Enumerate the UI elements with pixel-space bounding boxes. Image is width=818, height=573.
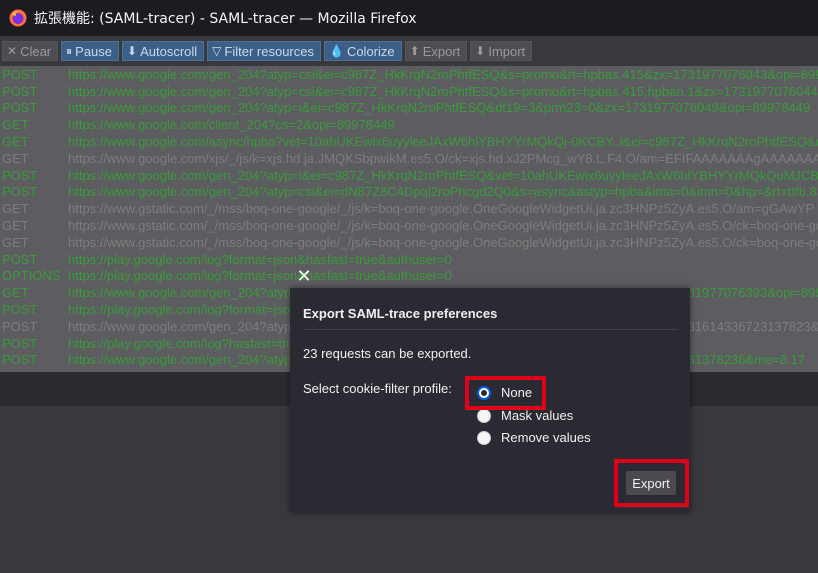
- request-method: GET: [2, 201, 29, 217]
- request-url: https://www.google.com/gen_204?atyp=csi&…: [68, 184, 818, 200]
- autoscroll-button-label: Autoscroll: [140, 43, 198, 59]
- upload-icon: ⬆: [409, 44, 420, 58]
- radio-mask-values[interactable]: [477, 408, 491, 423]
- close-icon: ✕: [7, 44, 18, 58]
- request-method: GET: [2, 134, 29, 150]
- request-row[interactable]: GET https://www.gstatic.com/_/mss/boq-one…: [0, 234, 818, 251]
- request-method: POST: [2, 83, 38, 99]
- request-url: https://www.gstatic.com/_/mss/boq-one-go…: [68, 218, 818, 234]
- request-url: https://play.google.com/log?hasfast=true: [68, 335, 301, 351]
- pause-button-label: Pause: [75, 43, 113, 59]
- import-button-label: Import: [488, 43, 526, 59]
- request-method: POST: [2, 335, 38, 351]
- request-row[interactable]: POST https://www.google.com/gen_204?atyp=…: [0, 66, 818, 83]
- export-toolbar-button[interactable]: ⬆ Export: [404, 41, 468, 61]
- radio-remove-values[interactable]: [477, 430, 491, 445]
- option-mask-values-label: Mask values: [501, 408, 574, 423]
- request-row[interactable]: GET https://www.google.com/async/hpba?vet…: [0, 133, 818, 150]
- colorize-button-label: Colorize: [346, 43, 395, 59]
- request-row[interactable]: OPTIONS https://play.google.com/log?forma…: [0, 268, 818, 285]
- request-row[interactable]: POST https://www.google.com/gen_204?atyp=…: [0, 184, 818, 201]
- export-count-message: 23 requests can be exported.: [303, 346, 472, 361]
- colorize-button[interactable]: 💧 Colorize: [323, 41, 402, 61]
- window-titlebar: 拡張機能: (SAML-tracer) - SAML-tracer — Mozi…: [0, 0, 818, 36]
- request-row[interactable]: GET https://www.gstatic.com/_/mss/boq-one…: [0, 200, 818, 217]
- request-url: https://www.google.com/gen_204?atyp=csi&…: [68, 66, 818, 82]
- pause-button[interactable]: ⏸ Pause: [61, 41, 120, 61]
- arrow-down-icon: ⬇: [127, 44, 138, 58]
- request-url: https://www.google.com/gen_204?atyp=i&ei…: [68, 100, 811, 116]
- request-row[interactable]: POST https://www.google.com/gen_204?atyp=…: [0, 83, 818, 100]
- request-url: https://www.google.com/gen_204?atyp=i&ei…: [68, 167, 818, 183]
- import-button[interactable]: ⬇ Import: [470, 41, 533, 61]
- clear-button[interactable]: ✕ Clear: [2, 41, 59, 61]
- option-remove-values[interactable]: Remove values: [477, 430, 591, 445]
- dialog-divider: [303, 329, 677, 330]
- request-method: POST: [2, 100, 38, 116]
- droplet-icon: 💧: [328, 44, 344, 58]
- pause-icon: ⏸: [66, 43, 73, 58]
- request-method: POST: [2, 302, 38, 318]
- request-method: POST: [2, 352, 38, 368]
- option-mask-values[interactable]: Mask values: [477, 408, 573, 423]
- option-remove-values-label: Remove values: [501, 430, 591, 445]
- request-method: GET: [2, 234, 29, 250]
- request-url: https://play.google.com/log?format=json&…: [68, 268, 452, 284]
- download-icon: ⬇: [475, 44, 486, 58]
- request-row[interactable]: POST https://www.google.com/gen_204?atyp=…: [0, 100, 818, 117]
- dialog-title: Export SAML-trace preferences: [303, 306, 498, 321]
- request-url: https://play.google.com/log?format=json&…: [68, 251, 452, 267]
- request-url: https://www.google.com/gen_204?atyp=csi&…: [68, 83, 818, 99]
- request-url: https://www.google.com/xjs/_/js/k=xjs.hd…: [68, 150, 818, 166]
- highlight-export-button: [614, 459, 689, 507]
- request-method: POST: [2, 184, 38, 200]
- request-row[interactable]: GET https://www.gstatic.com/_/mss/boq-one…: [0, 217, 818, 234]
- firefox-icon: [9, 9, 27, 27]
- autoscroll-button[interactable]: ⬇ Autoscroll: [122, 41, 205, 61]
- request-method: POST: [2, 318, 38, 334]
- request-method: POST: [2, 66, 38, 82]
- highlight-none-option: [465, 376, 546, 410]
- cookie-filter-label: Select cookie-filter profile:: [303, 381, 452, 396]
- clear-button-label: Clear: [20, 43, 52, 59]
- request-method: OPTIONS: [2, 268, 61, 284]
- toolbar: ✕ Clear ⏸ Pause ⬇ Autoscroll ▽ Filter re…: [0, 36, 818, 66]
- request-method: GET: [2, 285, 29, 301]
- request-row[interactable]: POST https://play.google.com/log?format=j…: [0, 251, 818, 268]
- request-url: https://www.google.com/client_204?cs=2&o…: [68, 117, 395, 133]
- filter-resources-button[interactable]: ▽ Filter resources: [207, 41, 321, 61]
- request-method: POST: [2, 251, 38, 267]
- request-url: https://www.gstatic.com/_/mss/boq-one-go…: [68, 234, 818, 250]
- request-row[interactable]: POST https://www.google.com/gen_204?atyp=…: [0, 167, 818, 184]
- request-row[interactable]: GET https://www.google.com/xjs/_/js/k=xjs…: [0, 150, 818, 167]
- filter-icon: ▽: [212, 44, 222, 58]
- request-method: POST: [2, 167, 38, 183]
- dialog-close-icon[interactable]: ✕: [292, 264, 316, 288]
- request-method: GET: [2, 218, 29, 234]
- export-toolbar-button-label: Export: [422, 43, 461, 59]
- request-row[interactable]: GET https://www.google.com/client_204?cs=…: [0, 116, 818, 133]
- request-method: GET: [2, 150, 29, 166]
- filter-resources-button-label: Filter resources: [224, 43, 314, 59]
- request-url: https://www.gstatic.com/_/mss/boq-one-go…: [68, 201, 815, 217]
- request-method: GET: [2, 117, 29, 133]
- window-title: 拡張機能: (SAML-tracer) - SAML-tracer — Mozi…: [34, 11, 417, 27]
- request-url: https://www.google.com/async/hpba?vet=10…: [68, 134, 818, 150]
